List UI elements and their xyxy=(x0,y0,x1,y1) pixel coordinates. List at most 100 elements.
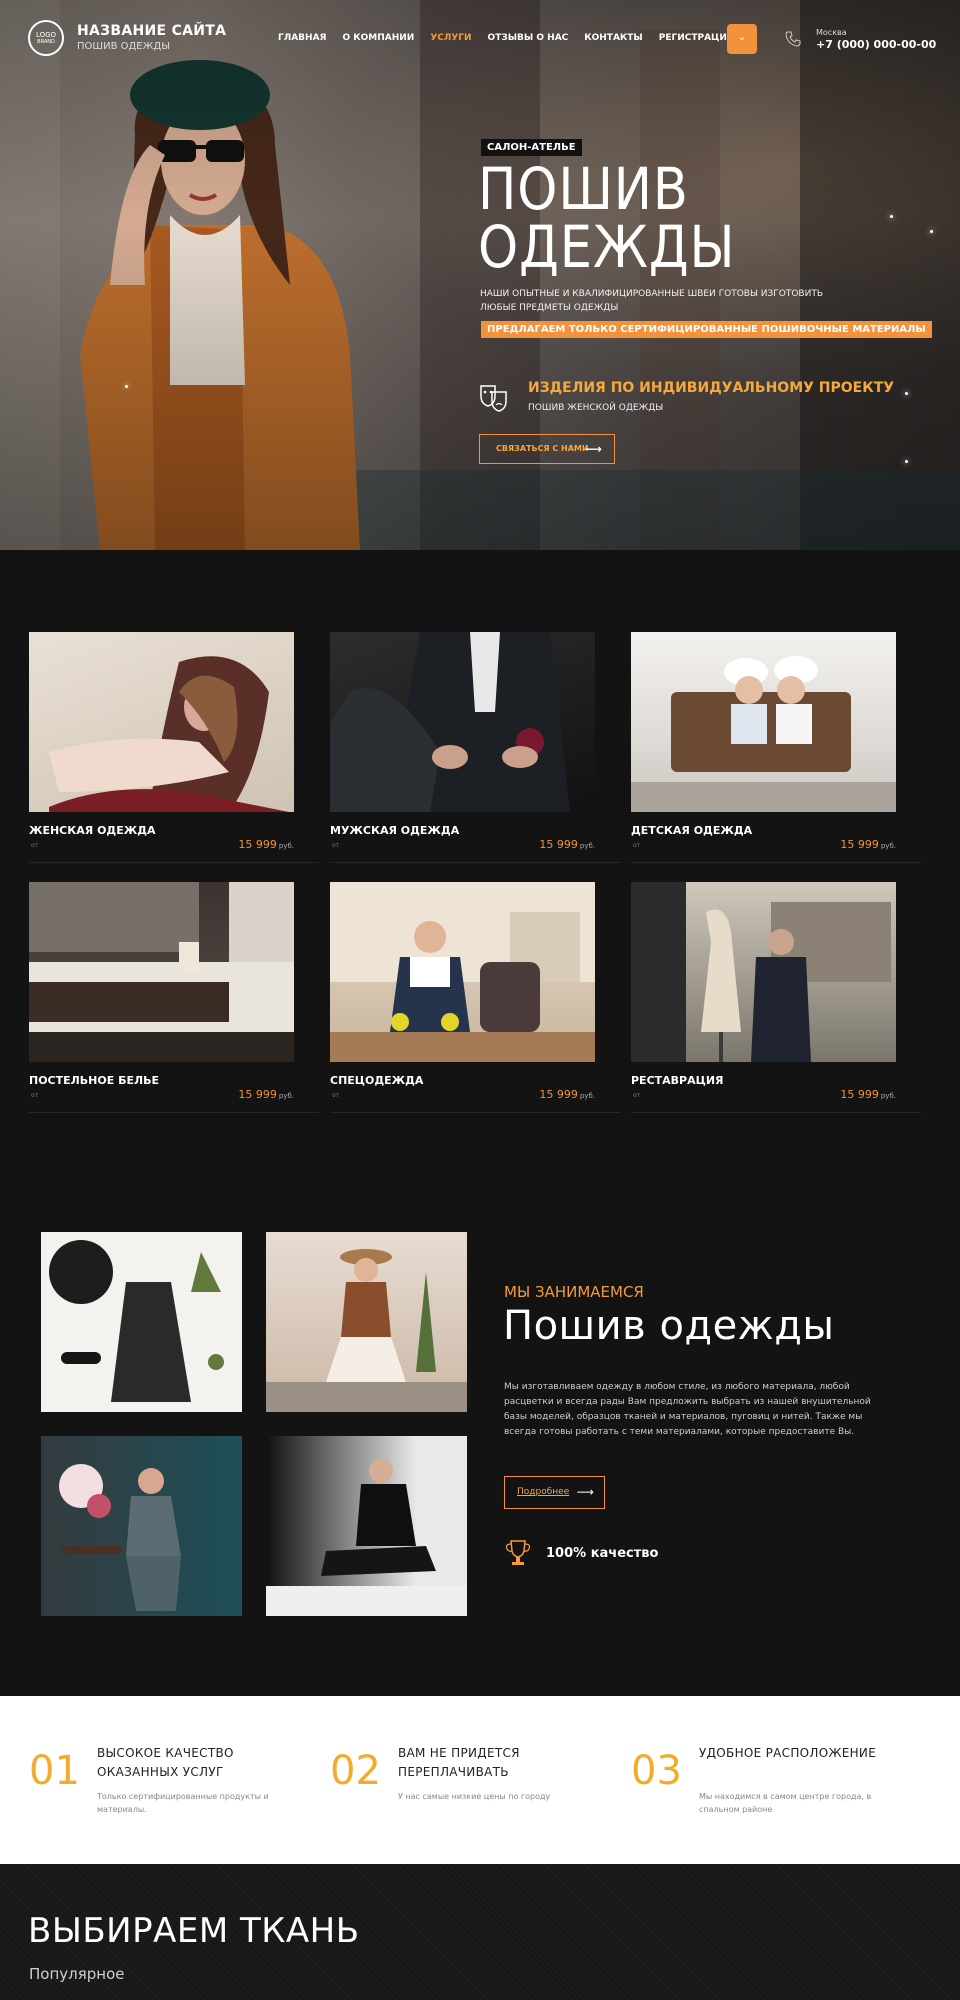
feature-number: 01 xyxy=(29,1748,80,1794)
card-currency: руб. xyxy=(579,842,595,850)
feature-text: У нас самые низкие цены по городу xyxy=(398,1792,551,1801)
menu-button[interactable]: ⌄ xyxy=(727,24,757,54)
trophy-icon xyxy=(505,1540,531,1565)
flatlay-dress-image xyxy=(41,1232,242,1412)
catalog-card[interactable]: СПЕЦОДЕЖДА от 15 999 руб. xyxy=(330,882,620,1113)
feature-title: УДОБНОЕ РАСПОЛОЖЕНИЕ xyxy=(699,1746,877,1760)
more-button[interactable]: Подробнее ⟶ xyxy=(504,1476,605,1509)
nav-item-home[interactable]: ГЛАВНАЯ xyxy=(278,33,326,43)
hero-title-line2: ОДЕЖДЫ xyxy=(478,213,736,281)
nav-item-services[interactable]: УСЛУГИ xyxy=(430,33,471,43)
sparkle xyxy=(125,385,128,388)
woman-satin-image xyxy=(41,1436,242,1616)
hero-description: НАШИ ОПЫТНЫЕ И КВАЛИФИЦИРОВАННЫЕ ШВЕИ ГО… xyxy=(480,289,824,313)
card-title: ДЕТСКАЯ ОДЕЖДА xyxy=(631,824,753,837)
about-kicker: МЫ ЗАНИМАЕМСЯ xyxy=(504,1283,644,1301)
hero-badge: САЛОН-АТЕЛЬЕ xyxy=(481,139,582,156)
card-currency: руб. xyxy=(278,1092,294,1100)
card-price: 15 999 руб. xyxy=(840,838,896,851)
card-note: от xyxy=(31,842,39,849)
hero-highlight: ПРЕДЛАГАЕМ ТОЛЬКО СЕРТИФИЦИРОВАННЫЕ ПОШИ… xyxy=(481,321,932,338)
main-nav: ГЛАВНАЯ О КОМПАНИИ УСЛУГИ ОТЗЫВЫ О НАС К… xyxy=(278,33,734,43)
card-title: МУЖСКАЯ ОДЕЖДА xyxy=(330,824,460,837)
divider xyxy=(330,862,620,863)
woman-hat-image xyxy=(266,1232,467,1412)
card-price: 15 999 руб. xyxy=(238,1088,294,1101)
card-title: РЕСТАВРАЦИЯ xyxy=(631,1074,724,1087)
card-note: от xyxy=(332,1092,340,1099)
feature-number: 03 xyxy=(631,1748,682,1794)
card-price-value: 15 999 xyxy=(840,1088,879,1101)
card-price: 15 999 руб. xyxy=(238,838,294,851)
quality-label: 100% качество xyxy=(546,1546,659,1561)
sparkle xyxy=(905,392,908,395)
woman-black-suit-image xyxy=(266,1436,467,1616)
hero-title: ПОШИВ ОДЕЖДЫ xyxy=(478,160,735,276)
catalog-card[interactable]: ПОСТЕЛЬНОЕ БЕЛЬЕ от 15 999 руб. xyxy=(29,882,319,1113)
phone-number[interactable]: +7 (000) 000-00-00 xyxy=(816,38,936,51)
card-currency: руб. xyxy=(880,842,896,850)
nav-item-contacts[interactable]: КОНТАКТЫ xyxy=(584,33,642,43)
nav-item-reviews[interactable]: ОТЗЫВЫ О НАС xyxy=(488,33,569,43)
chevron-down-icon: ⌄ xyxy=(737,32,747,43)
features-section: 01 ВЫСОКОЕ КАЧЕСТВО ОКАЗАННЫХ УСЛУГ Толь… xyxy=(0,1696,960,1864)
card-price-value: 15 999 xyxy=(238,838,277,851)
card-currency: руб. xyxy=(579,1092,595,1100)
contact-button-label: СВЯЗАТЬСЯ С НАМИ xyxy=(496,444,589,453)
card-note: от xyxy=(633,842,641,849)
contact-button[interactable]: СВЯЗАТЬСЯ С НАМИ ⟶ xyxy=(479,434,615,464)
logo-sub: BRAND xyxy=(37,38,55,45)
card-price: 15 999 руб. xyxy=(840,1088,896,1101)
catalog-card[interactable]: РЕСТАВРАЦИЯ от 15 999 руб. xyxy=(631,882,921,1113)
card-note: от xyxy=(633,1092,641,1099)
catalog-card[interactable]: МУЖСКАЯ ОДЕЖДА от 15 999 руб. xyxy=(330,632,620,863)
nav-item-about[interactable]: О КОМПАНИИ xyxy=(342,33,414,43)
card-currency: руб. xyxy=(278,842,294,850)
arrow-right-icon: ⟶ xyxy=(584,442,602,456)
card-price: 15 999 руб. xyxy=(539,1088,595,1101)
hero-title-line1: ПОШИВ xyxy=(478,155,689,223)
feature-number: 02 xyxy=(330,1748,381,1794)
logo[interactable]: LOGO BRAND xyxy=(28,20,64,56)
workwear-image xyxy=(330,882,595,1062)
divider xyxy=(631,1112,921,1113)
bed-linen-image xyxy=(29,882,294,1062)
kids-clothing-image xyxy=(631,632,896,812)
feature-title: ВАМ НЕ ПРИДЕТСЯ ПЕРЕПЛАЧИВАТЬ xyxy=(398,1746,520,1779)
divider xyxy=(330,1112,620,1113)
card-price-value: 15 999 xyxy=(238,1088,277,1101)
project-subtitle: ПОШИВ ЖЕНСКОЙ ОДЕЖДЫ xyxy=(528,403,664,413)
phone-icon xyxy=(785,31,801,47)
divider xyxy=(631,862,921,863)
theater-masks-icon xyxy=(480,385,507,412)
card-price-value: 15 999 xyxy=(539,1088,578,1101)
fabric-title: ВЫБИРАЕМ ТКАНЬ xyxy=(28,1911,360,1951)
project-title: ИЗДЕЛИЯ ПО ИНДИВИДУАЛЬНОМУ ПРОЕКТУ xyxy=(528,380,895,396)
card-price-value: 15 999 xyxy=(539,838,578,851)
card-title: ЖЕНСКАЯ ОДЕЖДА xyxy=(29,824,156,837)
card-title: ПОСТЕЛЬНОЕ БЕЛЬЕ xyxy=(29,1074,160,1087)
fabric-section: ВЫБИРАЕМ ТКАНЬ Популярное xyxy=(0,1864,960,2000)
city-label: Москва xyxy=(816,28,847,37)
catalog-card[interactable]: ЖЕНСКАЯ ОДЕЖДА от 15 999 руб. xyxy=(29,632,319,863)
restoration-image xyxy=(631,882,896,1062)
site-title[interactable]: НАЗВАНИЕ САЙТА xyxy=(77,23,226,39)
catalog-card[interactable]: ДЕТСКАЯ ОДЕЖДА от 15 999 руб. xyxy=(631,632,921,863)
divider xyxy=(29,1112,319,1113)
about-title: Пошив одежды xyxy=(503,1303,835,1349)
card-note: от xyxy=(332,842,340,849)
card-currency: руб. xyxy=(880,1092,896,1100)
more-button-label: Подробнее xyxy=(517,1487,570,1497)
nav-item-register[interactable]: РЕГИСТРАЦИЯ xyxy=(659,33,734,43)
card-title: СПЕЦОДЕЖДА xyxy=(330,1074,424,1087)
arrow-right-icon: ⟶ xyxy=(576,1485,594,1499)
fabric-subtitle: Популярное xyxy=(29,1965,125,1983)
sparkle xyxy=(905,460,908,463)
womens-clothing-image xyxy=(29,632,294,812)
sparkle xyxy=(890,215,893,218)
card-price: 15 999 руб. xyxy=(539,838,595,851)
sparkle xyxy=(930,230,933,233)
card-note: от xyxy=(31,1092,39,1099)
feature-text: Мы находимся в самом центре города, в сп… xyxy=(699,1792,872,1814)
mens-clothing-image xyxy=(330,632,595,812)
